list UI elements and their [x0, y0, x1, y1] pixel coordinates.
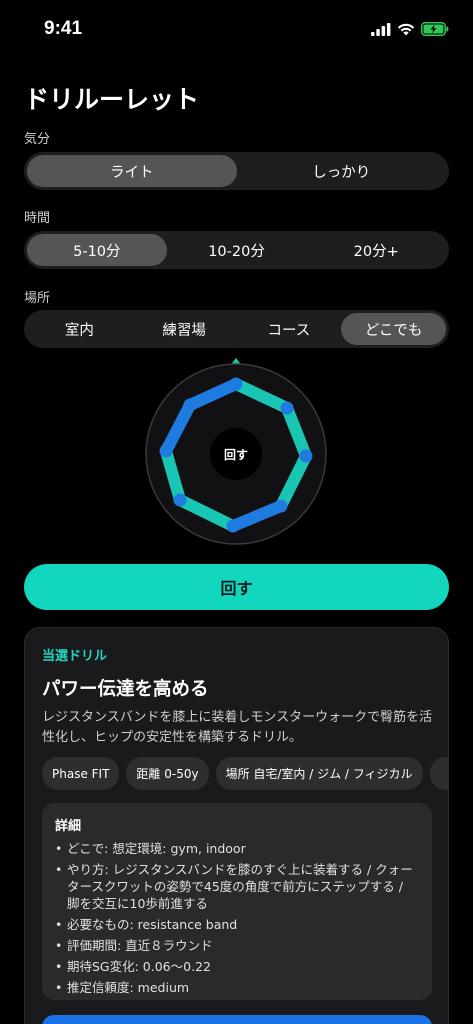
details-title: 詳細 — [55, 819, 82, 834]
result-title: パワー伝達を高める — [42, 679, 209, 700]
place-option-course[interactable]: コース — [237, 313, 342, 345]
chip-phase: Phase FIT — [42, 757, 120, 790]
roulette-wheel-area: 回す — [0, 352, 473, 552]
details-list: どこで: 想定環境: gym, indoor やり方: レジスタンスバンドを膝の… — [55, 840, 419, 996]
result-description: レジスタンスバンドを膝上に装着しモンスターウォークで臀筋を活性化し、ヒップの安定… — [42, 710, 433, 745]
chip-place: 場所 自宅/室内 / ジム / フィジカル — [215, 757, 423, 790]
wheel-node — [226, 519, 240, 533]
status-bar: 9:41 — [0, 0, 473, 60]
detail-expected-sg: 期待SG変化: 0.06〜0.22 — [55, 958, 419, 975]
wheel-node — [274, 499, 288, 513]
wheel-node — [183, 398, 197, 412]
chip-distance: 距離 0-50y — [126, 757, 209, 790]
result-card: 当選ドリル パワー伝達を高める レジスタンスバンドを膝上に装着しモンスターウォー… — [24, 627, 449, 1024]
details-box: 詳細 どこで: 想定環境: gym, indoor やり方: レジスタンスバンド… — [42, 803, 432, 1000]
mood-option-light[interactable]: ライト — [27, 155, 237, 187]
spin-button[interactable]: 回す — [24, 564, 449, 610]
detail-equipment: 必要なもの: resistance band — [55, 916, 419, 933]
cellular-signal-icon — [371, 22, 391, 36]
place-segmented-control: 室内 練習場 コース どこでも — [24, 310, 449, 348]
wifi-icon — [397, 23, 415, 35]
battery-charging-icon — [421, 22, 449, 36]
page-title: ドリルーレット — [24, 85, 200, 114]
mood-option-intense[interactable]: しっかり — [237, 155, 447, 187]
primary-action-button[interactable] — [42, 1015, 432, 1024]
time-option-20-plus[interactable]: 20分+ — [306, 234, 446, 266]
place-option-indoor[interactable]: 室内 — [27, 313, 132, 345]
time-label: 時間 — [24, 211, 51, 226]
mood-label: 気分 — [24, 132, 51, 147]
place-label: 場所 — [24, 291, 51, 306]
wheel-node — [280, 401, 294, 415]
result-chips: Phase FIT 距離 0-50y 場所 自宅/室内 / ジム / フィジカル — [42, 757, 448, 790]
wheel-center-label[interactable]: 回す — [224, 448, 248, 462]
wheel-node — [159, 444, 173, 458]
place-option-range[interactable]: 練習場 — [132, 313, 237, 345]
chip-more — [429, 757, 448, 790]
roulette-wheel[interactable]: 回す — [0, 352, 473, 552]
time-segmented-control: 5-10分 10-20分 20分+ — [24, 231, 449, 269]
time-option-10-20[interactable]: 10-20分 — [167, 234, 307, 266]
detail-confidence: 推定信頼度: medium — [55, 979, 419, 996]
result-kicker: 当選ドリル — [42, 649, 108, 664]
wheel-node — [299, 449, 313, 463]
place-option-anywhere[interactable]: どこでも — [341, 313, 446, 345]
detail-where: どこで: 想定環境: gym, indoor — [55, 840, 419, 857]
detail-period: 評価期間: 直近８ラウンド — [55, 937, 419, 954]
detail-how: やり方: レジスタンスバンドを膝のすぐ上に装着する / クォータースクワットの姿… — [55, 861, 419, 912]
wheel-node — [229, 377, 243, 391]
wheel-node — [173, 493, 187, 507]
status-icons — [371, 22, 449, 36]
time-option-5-10[interactable]: 5-10分 — [27, 234, 167, 266]
mood-segmented-control: ライト しっかり — [24, 152, 449, 190]
status-time: 9:41 — [44, 18, 83, 39]
